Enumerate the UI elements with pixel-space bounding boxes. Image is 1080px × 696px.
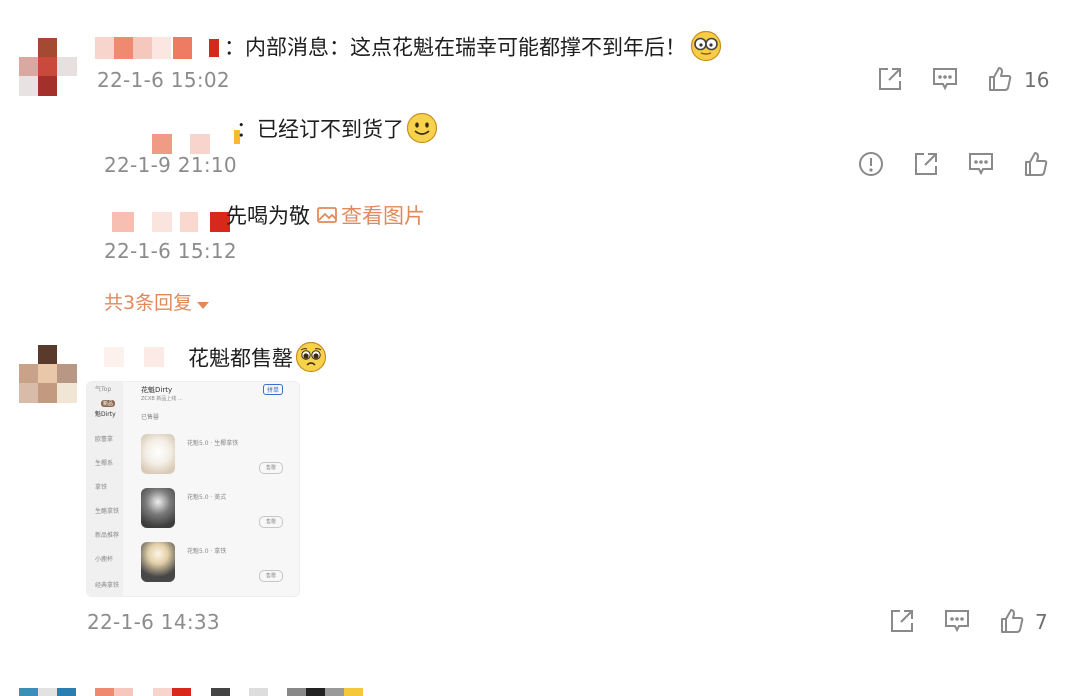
reply-button[interactable] xyxy=(942,606,972,636)
username-redacted[interactable] xyxy=(104,345,186,367)
reply-username-redacted[interactable] xyxy=(112,210,232,232)
thumb-side-item: 新品推荐 xyxy=(95,532,120,539)
comment-icon xyxy=(933,68,957,91)
comment-timestamp: 22-1-6 14:33 xyxy=(87,610,220,634)
like-button[interactable] xyxy=(985,64,1015,94)
next-comment-redacted xyxy=(19,688,369,696)
thumb-side-item: 小鹿杯 xyxy=(95,556,114,563)
thumb-side-item: 魁Dirty xyxy=(95,411,116,418)
reply-timestamp: 22-1-6 15:12 xyxy=(104,239,237,263)
thumbs-up-icon xyxy=(1025,152,1048,176)
smile-emoji-icon xyxy=(406,112,438,149)
thumb-product-name: 花魁5.0 · 拿铁 xyxy=(187,548,227,555)
thumb-side-item: 经典拿铁 xyxy=(95,582,120,589)
caret-down-icon xyxy=(196,293,210,315)
thumb-product-button: 售罄 xyxy=(259,570,283,582)
thumb-product-button: 售罄 xyxy=(259,516,283,528)
thumb-product-image xyxy=(141,488,175,528)
more-replies-link[interactable]: 共3条回复 xyxy=(104,288,210,315)
comment-text: 花魁都售罄 xyxy=(188,341,327,378)
reply-button[interactable] xyxy=(930,64,960,94)
share-icon xyxy=(891,610,913,632)
share-icon xyxy=(915,153,937,175)
like-count: 7 xyxy=(1035,610,1048,634)
thumb-sort-button: 拼单 xyxy=(263,384,284,395)
thumb-product-name: 花魁5.0 · 美式 xyxy=(187,494,227,501)
report-button[interactable] xyxy=(856,149,886,179)
username-redacted[interactable] xyxy=(95,37,225,59)
thumb-side-item: 欧蕾拿 xyxy=(95,436,114,443)
avatar[interactable] xyxy=(19,345,77,403)
view-image-link[interactable]: 查看图片 xyxy=(316,204,425,228)
thumb-product-image xyxy=(141,542,175,582)
like-button[interactable] xyxy=(997,606,1027,636)
alert-circle-icon xyxy=(859,152,883,176)
share-button[interactable] xyxy=(887,606,917,636)
reply-button[interactable] xyxy=(966,149,996,179)
reply-text: ：已经订不到货了 xyxy=(236,112,438,149)
thumb-side-item: 生酪拿铁 xyxy=(95,508,120,515)
share-button[interactable] xyxy=(875,64,905,94)
avatar[interactable] xyxy=(19,38,77,96)
thumb-header-title: 花魁Dirty xyxy=(141,386,173,394)
comment-icon xyxy=(969,153,993,176)
reply-timestamp: 22-1-9 21:10 xyxy=(104,153,237,177)
comment-timestamp: 22-1-6 15:02 xyxy=(97,68,230,92)
thumb-tab: 气Top xyxy=(95,386,112,393)
comment-icon xyxy=(945,610,969,633)
thumb-product-button: 售罄 xyxy=(259,462,283,474)
reply-text: 先喝为敬 查看图片 xyxy=(226,204,425,228)
thumb-side-item: 生椰系 xyxy=(95,460,114,467)
share-icon xyxy=(879,68,901,90)
reply-username-redacted[interactable] xyxy=(152,130,242,154)
thumb-header-sub: ZCXB 新品上线 ... xyxy=(141,396,183,402)
thumbs-up-icon xyxy=(989,67,1012,91)
comment-text: ：内部消息：这点花魁在瑞幸可能都撑不到年后！ xyxy=(224,30,722,67)
thumb-side-item: 拿铁 xyxy=(95,484,108,491)
attached-image-thumbnail[interactable]: 气Top 新品 魁Dirty 欧蕾拿 生椰系 拿铁 生酪拿铁 新品推荐 小鹿杯 … xyxy=(86,381,300,597)
glasses-emoji-icon xyxy=(690,30,722,67)
thumb-product-image xyxy=(141,434,175,474)
like-button[interactable] xyxy=(1021,149,1051,179)
thumb-section-label: 已售罄 xyxy=(141,414,160,421)
thumb-side-item: 新品 xyxy=(101,400,116,407)
share-button[interactable] xyxy=(911,149,941,179)
thumbs-up-icon xyxy=(1001,609,1024,633)
thumb-product-name: 花魁5.0 · 生椰拿铁 xyxy=(187,440,239,447)
image-icon xyxy=(316,205,338,230)
like-count: 16 xyxy=(1024,68,1050,92)
pleading-emoji-icon xyxy=(295,341,327,378)
